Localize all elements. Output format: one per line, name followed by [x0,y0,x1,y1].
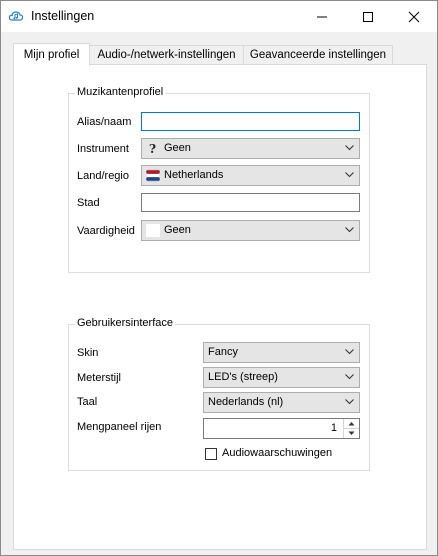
group-title-musician-profile: Muzikantenprofiel [75,86,166,98]
close-icon [408,11,420,23]
language-label: Taal [77,396,98,408]
chevron-down-icon [345,145,354,151]
language-select[interactable]: Nederlands (nl) [203,392,360,413]
alias-label: Alias/naam [77,116,132,128]
tab-audio-netwerk[interactable]: Audio-/netwerk-instellingen [88,45,245,65]
skill-label: Vaardigheid [77,225,135,237]
close-button[interactable] [391,1,437,32]
city-label: Stad [77,197,100,209]
tab-geavanceerd[interactable]: Geavanceerde instellingen [243,45,393,65]
chevron-down-icon [348,431,355,435]
tab-panel-mijn-profiel: Muzikantenprofiel Alias/naam Instrument … [13,64,427,550]
chevron-down-icon [345,399,354,405]
country-label: Land/regio [77,170,129,182]
skill-value: Geen [164,224,191,236]
chevron-down-icon [345,374,354,380]
spin-down-button[interactable] [344,429,359,438]
blank-swatch-icon [146,224,160,237]
svg-text:?: ? [149,142,156,155]
minimize-button[interactable] [299,1,345,32]
instrument-select[interactable]: ? Geen [141,138,360,159]
minimize-icon [317,16,327,18]
alias-field[interactable] [141,112,360,131]
city-field[interactable] [141,193,360,212]
skin-value: Fancy [208,346,238,358]
user-interface-group: Gebruikersinterface Skin Fancy Meterstij… [68,317,370,471]
meter-style-value: LED's (streep) [208,371,278,383]
question-mark-icon: ? [149,142,156,155]
settings-window: Instellingen Mijn profiel Audio-/netwerk… [0,0,438,556]
country-value: Netherlands [164,169,224,181]
tab-mijn-profiel[interactable]: Mijn profiel [13,43,90,66]
maximize-icon [363,12,373,22]
maximize-button[interactable] [345,1,391,32]
cloud-music-icon [8,11,24,21]
instrument-value: Geen [164,142,191,154]
chevron-down-icon [345,349,354,355]
window-title: Instellingen [31,9,95,23]
title-bar[interactable]: Instellingen [1,1,437,32]
netherlands-flag-icon [146,169,160,182]
mixer-rows-label: Mengpaneel rijen [77,421,162,433]
language-value: Nederlands (nl) [208,396,284,408]
chevron-down-icon [345,227,354,233]
country-select[interactable]: Netherlands [141,165,360,186]
spin-buttons [343,419,359,438]
chevron-up-icon [348,422,355,426]
instrument-label: Instrument [77,143,129,155]
mixer-rows-value: 1 [330,422,337,434]
meter-style-label: Meterstijl [77,372,122,384]
alias-input[interactable] [142,113,359,130]
audio-alerts-label[interactable]: Audiowaarschuwingen [222,447,332,459]
group-title-user-interface: Gebruikersinterface [75,317,175,329]
mixer-rows-spinbox[interactable]: 1 [203,418,360,439]
skill-select[interactable]: Geen [141,220,360,241]
skin-label: Skin [77,347,99,359]
audio-alerts-checkbox[interactable] [205,448,217,460]
meter-style-select[interactable]: LED's (streep) [203,367,360,388]
musician-profile-group: Muzikantenprofiel Alias/naam Instrument … [68,86,370,273]
chevron-down-icon [345,172,354,178]
city-input[interactable] [142,194,359,211]
skin-select[interactable]: Fancy [203,342,360,363]
spin-up-button[interactable] [344,419,359,429]
